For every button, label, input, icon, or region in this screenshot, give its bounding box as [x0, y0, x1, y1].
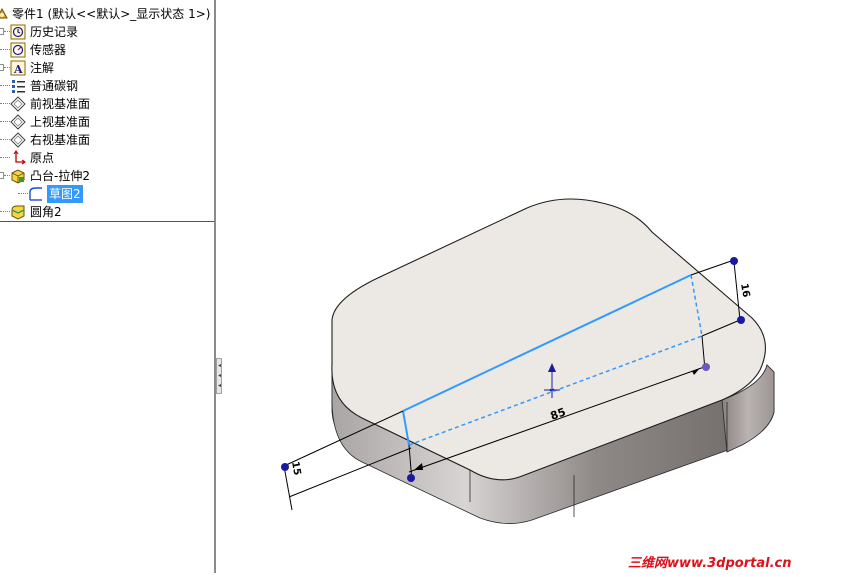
tree-item-right-plane[interactable]: 右视基准面 — [0, 131, 214, 149]
extrude-icon — [10, 168, 26, 184]
tree-item-fillet[interactable]: 圆角2 — [0, 203, 214, 221]
tree-item-label: 草图2 — [47, 185, 83, 203]
dimension-right-text: 16 — [738, 283, 751, 299]
feature-tree-list: 零件1 (默认<<默认>_显示状态 1>) 历史记录 传感器 A 注解 普通碳钢… — [0, 0, 214, 222]
tree-item-label: 普通碳钢 — [30, 79, 79, 93]
tree-item-label: 前视基准面 — [30, 97, 91, 111]
tree-item-label: 注解 — [30, 61, 55, 75]
watermark: 三维网www.3dportal.cn — [628, 556, 792, 571]
sensor-icon — [10, 42, 26, 58]
origin-icon — [10, 150, 26, 166]
tree-item-part[interactable]: 零件1 (默认<<默认>_显示状态 1>) — [0, 5, 214, 23]
tree-item-history[interactable]: 历史记录 — [0, 23, 214, 41]
tree-item-label: 传感器 — [30, 43, 67, 57]
part-icon — [0, 6, 10, 22]
tree-item-material[interactable]: 普通碳钢 — [0, 77, 214, 95]
tree-item-label: 历史记录 — [30, 25, 79, 39]
part-label: 零件1 (默认<<默认>_显示状态 1>) — [12, 7, 211, 21]
tree-item-origin[interactable]: 原点 — [0, 149, 214, 167]
plane-icon — [10, 114, 26, 130]
tree-item-label: 右视基准面 — [30, 133, 91, 147]
tree-item-sketch[interactable]: 草图2 — [0, 185, 214, 203]
tree-empty-area — [0, 222, 214, 573]
tree-item-front-plane[interactable]: 前视基准面 — [0, 95, 214, 113]
fillet-icon — [10, 204, 26, 220]
material-icon — [10, 78, 26, 94]
tree-item-label: 圆角2 — [30, 205, 62, 219]
panel-border — [214, 0, 216, 573]
tree-item-label: 凸台-拉伸2 — [30, 169, 90, 183]
history-icon — [10, 24, 26, 40]
feature-manager-tree: 零件1 (默认<<默认>_显示状态 1>) 历史记录 传感器 A 注解 普通碳钢… — [0, 0, 214, 573]
plane-icon — [10, 96, 26, 112]
tree-item-annotations[interactable]: A 注解 — [0, 59, 214, 77]
tree-item-boss-extrude[interactable]: 凸台-拉伸2 — [0, 167, 214, 185]
graphics-viewport[interactable]: 85 16 15 — [222, 0, 855, 573]
annotation-icon: A — [10, 60, 26, 76]
tree-item-label: 上视基准面 — [30, 115, 91, 129]
tree-item-label: 原点 — [30, 151, 55, 165]
tree-item-sensors[interactable]: 传感器 — [0, 41, 214, 59]
svg-text:A: A — [13, 63, 23, 76]
dimension-left-text: 15 — [289, 461, 302, 477]
sketch-icon — [28, 186, 44, 202]
plane-icon — [10, 132, 26, 148]
model-canvas[interactable]: 85 16 15 — [222, 0, 855, 573]
tree-item-top-plane[interactable]: 上视基准面 — [0, 113, 214, 131]
